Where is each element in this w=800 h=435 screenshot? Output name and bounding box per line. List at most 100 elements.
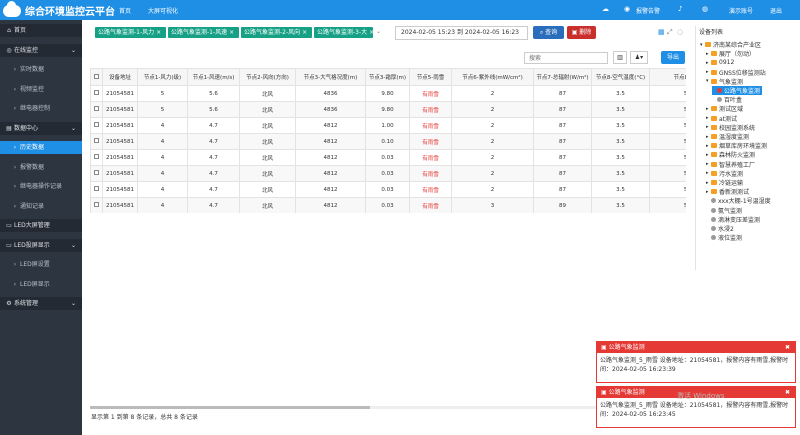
- table-row[interactable]: 2105458144.7北风48120.03有雨雪2873.557.9: [90, 165, 686, 182]
- tree-node[interactable]: 水浸2: [706, 224, 734, 233]
- columns-button[interactable]: ▥: [613, 51, 627, 64]
- monitor-icon: ▭: [6, 241, 12, 249]
- row-checkbox[interactable]: [94, 106, 99, 111]
- date-range-input[interactable]: 2024-02-05 15:23 到 2024-02-05 16:23: [395, 26, 528, 40]
- tree-node[interactable]: 百叶盒: [712, 95, 742, 104]
- sidebar-item[interactable]: ▭ LED大屏管理: [0, 219, 82, 232]
- account-menu[interactable]: 演示账号: [729, 6, 753, 15]
- tree-node[interactable]: ▸ 温湿度监测: [706, 132, 749, 142]
- search-input[interactable]: [524, 52, 608, 64]
- tree-node[interactable]: ▾ 气象监测: [706, 77, 743, 86]
- settings-icon[interactable]: ◌: [677, 28, 683, 36]
- column-header[interactable]: 节点8-空气湿: [649, 68, 686, 86]
- nav-home[interactable]: 首页: [119, 6, 131, 15]
- sidebar-item[interactable]: › 报警数据: [0, 161, 82, 174]
- row-checkbox[interactable]: [94, 90, 99, 95]
- tree-node[interactable]: ▸ 污水监测: [706, 169, 743, 178]
- tree-node[interactable]: ▸ 展厅（勿动）: [706, 49, 755, 59]
- column-header[interactable]: 节点1-风力(级): [137, 68, 188, 86]
- sidebar-item[interactable]: › 通知记录: [0, 200, 82, 213]
- sidebar-item[interactable]: › 视频监控: [0, 83, 82, 96]
- sidebar-item[interactable]: › LED屏设置: [0, 258, 82, 271]
- row-checkbox[interactable]: [94, 154, 99, 159]
- sidebar-item[interactable]: › 继电器操作记录: [0, 180, 82, 193]
- tree-node[interactable]: ▸ 校园监测系统: [706, 123, 755, 132]
- logo[interactable]: 综合环境监控云平台: [3, 0, 115, 18]
- sidebar-item[interactable]: › 历史数据: [0, 141, 82, 154]
- delete-button[interactable]: ▣ 删除: [567, 26, 596, 39]
- tree-node[interactable]: 液位监测: [706, 233, 742, 242]
- table-row[interactable]: 2105458155.6北风48369.80有雨雪2873.557.9: [90, 101, 686, 118]
- close-icon[interactable]: ✖: [785, 387, 790, 398]
- sidebar-item[interactable]: › 继电器控制: [0, 102, 82, 115]
- tree-node[interactable]: ▸ 烟草库房环境监测: [706, 141, 767, 151]
- filter-chip[interactable]: 公路气象监测-1-风速 ×: [168, 27, 239, 38]
- row-checkbox[interactable]: [94, 202, 99, 207]
- table-row[interactable]: 2105458144.7北风48120.03有雨雪2873.557.9: [90, 149, 686, 166]
- export-button[interactable]: 导出: [661, 51, 685, 64]
- tree-node[interactable]: ▸ GNSS位移监测站: [706, 68, 766, 77]
- tree-node[interactable]: ▸ 森林防火监测: [706, 150, 755, 160]
- tree-node[interactable]: ▸ 香新测测试: [706, 187, 749, 197]
- tree-node[interactable]: ▸ 测试区域: [706, 104, 743, 114]
- alarm-icon[interactable]: ◉: [624, 5, 630, 13]
- tree-node[interactable]: 公路气象监测: [712, 86, 763, 95]
- column-header[interactable]: 节点7-总辐射(W/m²): [533, 68, 592, 86]
- column-header[interactable]: 设备地址: [102, 68, 138, 86]
- sidebar-item[interactable]: ▤ 数据中心 ⌄: [0, 121, 82, 135]
- filter-chip[interactable]: 公路气象监测-2-风向 ×: [241, 27, 312, 38]
- table-cell: 4.7: [187, 165, 240, 182]
- chevron-right-icon: ›: [13, 183, 17, 190]
- filter-chip[interactable]: 公路气象监测-1-风力 ×: [95, 27, 166, 38]
- row-checkbox[interactable]: [94, 122, 99, 127]
- logout-link[interactable]: 退出: [770, 6, 782, 15]
- tree-node[interactable]: ▸ 智慧养殖工厂: [706, 160, 755, 169]
- sidebar-item[interactable]: ⌂ 首页: [0, 24, 82, 37]
- column-header[interactable]: 节点6-紫外线(mW/cm²): [451, 68, 534, 86]
- row-checkbox[interactable]: [94, 170, 99, 175]
- grid-icon[interactable]: ▦: [658, 28, 665, 36]
- row-checkbox-cell: [90, 181, 103, 198]
- sidebar-item[interactable]: › 实时数据: [0, 63, 82, 76]
- tree-node-label: 济南某综合产业区: [713, 42, 762, 49]
- column-header[interactable]: 节点5-雨雪: [409, 68, 452, 86]
- table-row[interactable]: 2105458144.7北风48120.10有雨雪2873.557.9: [90, 133, 686, 150]
- filter-chip[interactable]: 公路气象监测-3-大 ×: [314, 27, 373, 38]
- nav-big-screen[interactable]: 大屏可视化: [148, 6, 178, 15]
- sidebar-item[interactable]: ▭ LED投屏显示 ⌄: [0, 238, 82, 252]
- tree-node[interactable]: ▸ at测试: [706, 114, 737, 123]
- tree-node[interactable]: 氨气监测: [706, 206, 742, 215]
- sidebar-item-label: 实时数据: [20, 66, 45, 73]
- tree-node[interactable]: ▸ 0912: [706, 58, 734, 67]
- expand-icon[interactable]: ⤢: [667, 28, 673, 37]
- cloud-sync-icon[interactable]: ☁: [602, 5, 609, 13]
- table-row[interactable]: 2105458144.7北风48121.00有雨雪2873.557.9: [90, 117, 686, 134]
- chevron-down-icon[interactable]: ⌄: [376, 28, 381, 35]
- tree-node[interactable]: ▾ 济南某综合产业区: [700, 40, 762, 50]
- tree-node[interactable]: ▸ 冷链运输: [706, 178, 743, 188]
- row-checkbox[interactable]: [94, 186, 99, 191]
- close-icon[interactable]: ✖: [785, 342, 790, 353]
- select-all-checkbox[interactable]: [94, 73, 99, 79]
- column-header[interactable]: 节点1-风速(m/s): [187, 68, 240, 86]
- table-cell: 4.7: [187, 181, 240, 198]
- bell-icon[interactable]: ♪: [678, 5, 682, 13]
- column-header[interactable]: 节点8-空气温度(°C): [591, 68, 650, 86]
- table-row[interactable]: 2105458144.7北风48120.03有雨雪3893.557.9: [90, 197, 686, 213]
- sidebar-item-label: 系统管理: [14, 300, 39, 307]
- sidebar-item[interactable]: ◎ 在线监控 ⌄: [0, 43, 82, 57]
- tree-node[interactable]: 滴淋变压差监测: [706, 215, 760, 224]
- alarm-menu[interactable]: 报警告警: [636, 6, 660, 15]
- row-checkbox[interactable]: [94, 138, 99, 143]
- tree-node[interactable]: xxx大棚-1号温湿度: [706, 196, 771, 205]
- sidebar-item[interactable]: › LED屏显示: [0, 278, 82, 291]
- user-icon[interactable]: ◍: [702, 5, 708, 13]
- column-header[interactable]: 节点3-霜厚(m): [365, 68, 410, 86]
- row-menu-button[interactable]: ♟▾: [630, 51, 648, 64]
- table-row[interactable]: 2105458144.7北风48120.03有雨雪2873.557.9: [90, 181, 686, 198]
- column-header[interactable]: 节点2-风向(方向): [239, 68, 296, 86]
- query-button[interactable]: ⌕ 查询: [533, 26, 564, 39]
- sidebar-item[interactable]: ⚙ 系统管理 ⌄: [0, 297, 82, 310]
- column-header[interactable]: 节点3-大气格况度(m): [295, 68, 366, 86]
- table-row[interactable]: 2105458155.6北风48369.80有雨雪2873.557.9: [90, 85, 686, 102]
